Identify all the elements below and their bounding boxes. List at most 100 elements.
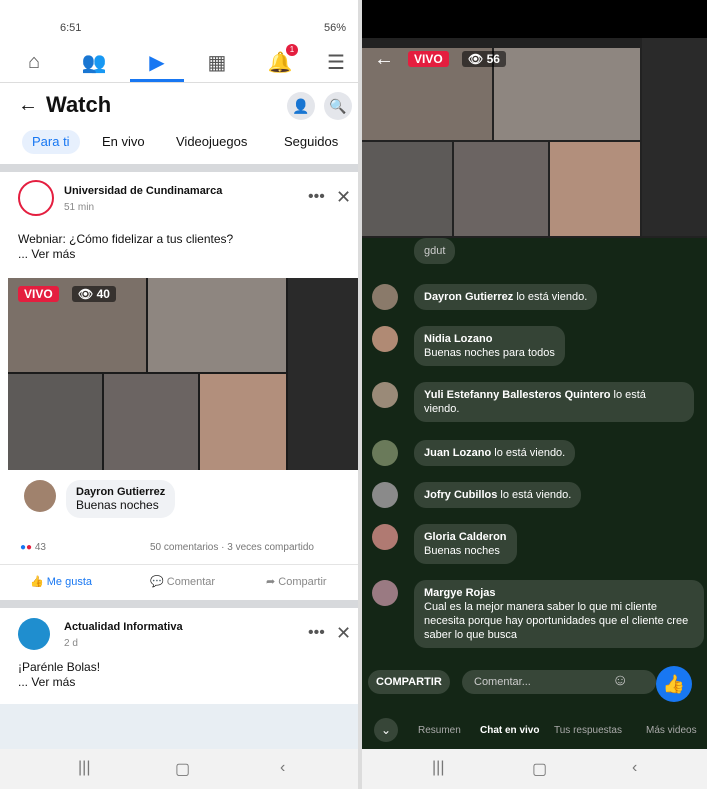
watch-icon[interactable]: ▶ bbox=[143, 48, 171, 76]
back-button-icon[interactable]: ‹ bbox=[280, 759, 285, 777]
menu-icon[interactable]: ☰ bbox=[322, 48, 350, 76]
viewer-count: 👁 56 bbox=[462, 51, 506, 67]
home-button-icon[interactable]: ▢ bbox=[175, 759, 190, 779]
recent-apps-icon[interactable]: ||| bbox=[432, 759, 444, 777]
post-header: Actualidad Informativa 2 d ••• ✕ ¡Parénl… bbox=[0, 608, 358, 708]
close-icon[interactable]: ✕ bbox=[336, 623, 351, 644]
notification-badge: 1 bbox=[286, 44, 298, 56]
tab-mas-videos[interactable]: Más videos bbox=[646, 725, 697, 736]
thumbs-up-icon: 👍 bbox=[30, 576, 44, 588]
notifications-icon[interactable]: 🔔 1 bbox=[266, 44, 298, 76]
profile-icon[interactable]: 👤 bbox=[287, 92, 315, 120]
viewer-count-value: 56 bbox=[486, 52, 500, 66]
chat-avatar[interactable] bbox=[372, 580, 398, 606]
video-tile bbox=[200, 374, 286, 470]
eye-icon: 👁 bbox=[468, 52, 484, 66]
video-thumbnail[interactable] bbox=[0, 704, 358, 750]
live-chat-panel: ← VIVO 👁 56 gdut Dayron Gutierrez lo est… bbox=[362, 0, 707, 789]
chat-avatar[interactable] bbox=[372, 482, 398, 508]
back-arrow-icon[interactable]: ← bbox=[374, 48, 394, 71]
commenter-name[interactable]: Dayron Gutierrez bbox=[76, 486, 165, 498]
emoji-icon[interactable]: ☺ bbox=[612, 672, 628, 690]
page-name[interactable]: Actualidad Informativa bbox=[64, 621, 183, 633]
comment-button[interactable]: 💬 Comentar bbox=[150, 575, 215, 588]
chat-name[interactable]: Yuli Estefanny Ballesteros Quintero bbox=[424, 389, 610, 401]
comment-label: Comentar bbox=[166, 576, 216, 588]
status-time: 6:51 bbox=[60, 22, 82, 34]
share-icon: ➦ bbox=[266, 576, 276, 588]
viewer-count-value: 40 bbox=[96, 287, 110, 301]
page-name[interactable]: Universidad de Cundinamarca bbox=[64, 185, 222, 197]
live-video-player[interactable]: VIVO 👁 40 bbox=[8, 278, 358, 470]
viewer-count: 👁 40 bbox=[72, 286, 116, 302]
page-avatar[interactable] bbox=[18, 618, 50, 650]
status-bar bbox=[362, 0, 707, 38]
tab-tus-respuestas[interactable]: Tus respuestas bbox=[554, 725, 622, 736]
chat-avatar[interactable] bbox=[372, 440, 398, 466]
marketplace-icon[interactable]: ▦ bbox=[203, 48, 231, 76]
chat-bubble: Jofry Cubillos lo está viendo. bbox=[414, 482, 582, 508]
back-button-icon[interactable]: ‹ bbox=[632, 759, 637, 777]
like-label: Me gusta bbox=[46, 576, 93, 588]
tab-para-ti[interactable]: Para ti bbox=[22, 130, 80, 154]
collapse-chevron-icon[interactable]: ⌄ bbox=[374, 718, 398, 742]
video-tile bbox=[454, 142, 548, 236]
comment-icon: 💬 bbox=[150, 576, 164, 588]
reactions-count[interactable]: ●● 43 bbox=[20, 542, 46, 553]
video-tile bbox=[362, 142, 452, 236]
tab-videojuegos[interactable]: Videojuegos bbox=[166, 130, 257, 154]
more-options-icon[interactable]: ••• bbox=[308, 188, 325, 206]
home-button-icon[interactable]: ▢ bbox=[532, 759, 547, 779]
like-reaction-button[interactable]: 👍 bbox=[656, 666, 692, 702]
android-nav-bar: ||| ▢ ‹ bbox=[0, 749, 358, 789]
friends-icon[interactable]: 👥 bbox=[80, 48, 108, 76]
like-button[interactable]: 👍 Me gusta bbox=[30, 575, 92, 588]
page-title: Watch bbox=[46, 92, 112, 117]
live-video-player[interactable]: ← VIVO 👁 56 bbox=[362, 38, 707, 238]
chat-avatar[interactable] bbox=[372, 382, 398, 408]
see-more-link[interactable]: ... Ver más bbox=[18, 247, 348, 262]
watch-header: ← Watch 👤 🔍 bbox=[0, 88, 358, 124]
watch-tabs: Para ti En vivo Videojuegos Seguidos bbox=[0, 130, 358, 158]
see-more-link[interactable]: ... Ver más bbox=[18, 675, 348, 690]
watch-feed-panel: 6:51 56% ⌂ 👥 ▶ ▦ 🔔 1 ☰ ← Watch 👤 🔍 Para t… bbox=[0, 0, 358, 789]
post-text: Webniar: ¿Cómo fidelizar a tus clientes? bbox=[18, 232, 234, 246]
participants-strip bbox=[288, 278, 358, 470]
divider bbox=[0, 164, 358, 172]
tab-chat-en-vivo[interactable]: Chat en vivo bbox=[480, 725, 539, 736]
recent-apps-icon[interactable]: ||| bbox=[78, 759, 90, 777]
share-label: Compartir bbox=[278, 576, 327, 588]
participants-strip bbox=[642, 38, 707, 236]
chat-bubble: Dayron Gutierrez lo está viendo. bbox=[414, 284, 598, 310]
page-avatar[interactable] bbox=[18, 180, 54, 216]
chat-name[interactable]: Nidia Lozano bbox=[424, 333, 492, 345]
chat-name[interactable]: Juan Lozano bbox=[424, 447, 491, 459]
close-icon[interactable]: ✕ bbox=[336, 187, 351, 208]
commenter-avatar[interactable] bbox=[24, 480, 56, 512]
video-tile bbox=[494, 48, 640, 140]
search-icon[interactable]: 🔍 bbox=[324, 92, 352, 120]
chat-name[interactable]: Jofry Cubillos bbox=[424, 489, 497, 501]
chat-name[interactable]: Gloria Calderon bbox=[424, 531, 507, 543]
chat-name[interactable]: Dayron Gutierrez bbox=[424, 291, 513, 303]
more-options-icon[interactable]: ••• bbox=[308, 624, 325, 642]
chat-avatar[interactable] bbox=[372, 524, 398, 550]
tab-seguidos[interactable]: Seguidos bbox=[274, 130, 348, 154]
chat-name[interactable]: Margye Rojas bbox=[424, 587, 496, 599]
chat-avatar[interactable] bbox=[372, 326, 398, 352]
thumbs-up-icon: 👍 bbox=[662, 673, 686, 694]
chat-avatar[interactable] bbox=[372, 284, 398, 310]
chat-bubble: Gloria Calderon Buenas noches bbox=[414, 524, 517, 564]
share-button[interactable]: ➦ Compartir bbox=[266, 575, 327, 588]
tab-en-vivo[interactable]: En vivo bbox=[92, 130, 155, 154]
tab-resumen[interactable]: Resumen bbox=[418, 725, 461, 736]
share-button[interactable]: COMPARTIR bbox=[368, 670, 450, 694]
post-stats[interactable]: 50 comentarios · 3 veces compartido bbox=[150, 542, 314, 553]
chat-bubble: Margye Rojas Cual es la mejor manera sabe… bbox=[414, 580, 704, 648]
live-tabs: ⌄ Resumen Chat en vivo Tus respuestas Má… bbox=[362, 714, 707, 748]
status-bar: 6:51 56% bbox=[0, 0, 358, 38]
chat-bubble: Juan Lozano lo está viendo. bbox=[414, 440, 576, 466]
back-arrow-icon[interactable]: ← bbox=[18, 94, 38, 117]
chat-text: Buenas noches para todos bbox=[424, 347, 555, 359]
home-icon[interactable]: ⌂ bbox=[20, 48, 48, 76]
